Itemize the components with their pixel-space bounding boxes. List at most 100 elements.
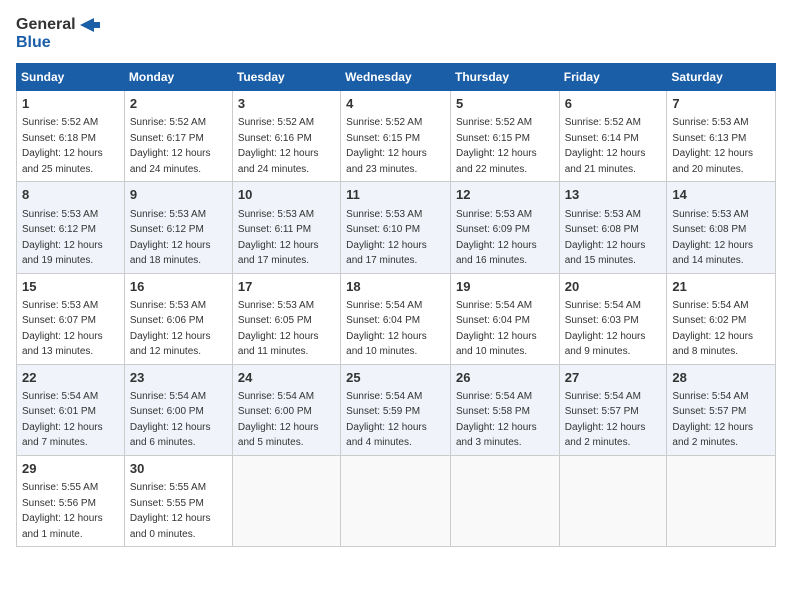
calendar-cell: 8 Sunrise: 5:53 AMSunset: 6:12 PMDaylight…	[17, 182, 125, 273]
calendar-week-4: 22Sunrise: 5:54 AMSunset: 6:01 PMDayligh…	[17, 364, 776, 455]
day-info: Sunrise: 5:53 AMSunset: 6:13 PMDaylight:…	[672, 117, 753, 175]
day-info: Sunrise: 5:52 AMSunset: 6:17 PMDaylight:…	[130, 117, 211, 175]
day-info: Sunrise: 5:53 AMSunset: 6:09 PMDaylight:…	[456, 209, 537, 267]
day-info: Sunrise: 5:54 AMSunset: 6:03 PMDaylight:…	[565, 300, 646, 358]
day-number: 7	[672, 95, 770, 113]
day-number: 30	[130, 460, 227, 478]
day-number: 24	[238, 369, 335, 387]
day-number: 15	[22, 278, 119, 296]
logo-arrow-icon	[80, 18, 100, 32]
day-info: Sunrise: 5:55 AMSunset: 5:56 PMDaylight:…	[22, 482, 103, 540]
day-number: 21	[672, 278, 770, 296]
day-number: 3	[238, 95, 335, 113]
calendar-cell: 6Sunrise: 5:52 AMSunset: 6:14 PMDaylight…	[559, 91, 667, 182]
calendar-cell: 24 Sunrise: 5:54 AMSunset: 6:00 PMDayligh…	[232, 364, 340, 455]
day-number: 20	[565, 278, 662, 296]
calendar-cell: 5Sunrise: 5:52 AMSunset: 6:15 PMDaylight…	[450, 91, 559, 182]
day-info: Sunrise: 5:54 AMSunset: 6:00 PMDaylight:…	[238, 391, 319, 449]
calendar-week-1: 1Sunrise: 5:52 AMSunset: 6:18 PMDaylight…	[17, 91, 776, 182]
calendar-cell: 21 Sunrise: 5:54 AMSunset: 6:02 PMDayligh…	[667, 273, 776, 364]
header-wednesday: Wednesday	[341, 64, 451, 91]
day-number: 26	[456, 369, 554, 387]
calendar-cell	[667, 455, 776, 546]
calendar-cell: 17 Sunrise: 5:53 AMSunset: 6:05 PMDayligh…	[232, 273, 340, 364]
calendar-table: SundayMondayTuesdayWednesdayThursdayFrid…	[16, 63, 776, 547]
day-info: Sunrise: 5:52 AMSunset: 6:16 PMDaylight:…	[238, 117, 319, 175]
day-info: Sunrise: 5:54 AMSunset: 5:57 PMDaylight:…	[565, 391, 646, 449]
day-number: 17	[238, 278, 335, 296]
calendar-cell: 27 Sunrise: 5:54 AMSunset: 5:57 PMDayligh…	[559, 364, 667, 455]
day-number: 18	[346, 278, 445, 296]
day-number: 10	[238, 186, 335, 204]
calendar-cell: 3 Sunrise: 5:52 AMSunset: 6:16 PMDaylight…	[232, 91, 340, 182]
calendar-cell: 10Sunrise: 5:53 AMSunset: 6:11 PMDayligh…	[232, 182, 340, 273]
day-info: Sunrise: 5:53 AMSunset: 6:07 PMDaylight:…	[22, 300, 103, 358]
header-row: SundayMondayTuesdayWednesdayThursdayFrid…	[17, 64, 776, 91]
calendar-cell	[450, 455, 559, 546]
calendar-cell	[341, 455, 451, 546]
calendar-cell: 14Sunrise: 5:53 AMSunset: 6:08 PMDayligh…	[667, 182, 776, 273]
day-info: Sunrise: 5:52 AMSunset: 6:18 PMDaylight:…	[22, 117, 103, 175]
day-info: Sunrise: 5:53 AMSunset: 6:06 PMDaylight:…	[130, 300, 211, 358]
day-number: 4	[346, 95, 445, 113]
day-info: Sunrise: 5:55 AMSunset: 5:55 PMDaylight:…	[130, 482, 211, 540]
calendar-week-2: 8 Sunrise: 5:53 AMSunset: 6:12 PMDaylight…	[17, 182, 776, 273]
calendar-week-5: 29 Sunrise: 5:55 AMSunset: 5:56 PMDayligh…	[17, 455, 776, 546]
day-number: 9	[130, 186, 227, 204]
calendar-cell: 16Sunrise: 5:53 AMSunset: 6:06 PMDayligh…	[124, 273, 232, 364]
calendar-cell: 18 Sunrise: 5:54 AMSunset: 6:04 PMDayligh…	[341, 273, 451, 364]
header-friday: Friday	[559, 64, 667, 91]
day-info: Sunrise: 5:53 AMSunset: 6:08 PMDaylight:…	[565, 209, 646, 267]
logo-general: General	[16, 16, 100, 34]
calendar-cell: 7 Sunrise: 5:53 AMSunset: 6:13 PMDaylight…	[667, 91, 776, 182]
calendar-cell: 25Sunrise: 5:54 AMSunset: 5:59 PMDayligh…	[341, 364, 451, 455]
day-info: Sunrise: 5:52 AMSunset: 6:14 PMDaylight:…	[565, 117, 646, 175]
calendar-cell: 15 Sunrise: 5:53 AMSunset: 6:07 PMDayligh…	[17, 273, 125, 364]
header-tuesday: Tuesday	[232, 64, 340, 91]
calendar-cell: 11 Sunrise: 5:53 AMSunset: 6:10 PMDayligh…	[341, 182, 451, 273]
day-info: Sunrise: 5:53 AMSunset: 6:08 PMDaylight:…	[672, 209, 753, 267]
header-thursday: Thursday	[450, 64, 559, 91]
day-info: Sunrise: 5:53 AMSunset: 6:12 PMDaylight:…	[22, 209, 103, 267]
logo: General Blue	[16, 16, 100, 51]
calendar-cell: 22Sunrise: 5:54 AMSunset: 6:01 PMDayligh…	[17, 364, 125, 455]
calendar-cell: 30 Sunrise: 5:55 AMSunset: 5:55 PMDayligh…	[124, 455, 232, 546]
day-number: 2	[130, 95, 227, 113]
calendar-cell: 19Sunrise: 5:54 AMSunset: 6:04 PMDayligh…	[450, 273, 559, 364]
day-info: Sunrise: 5:54 AMSunset: 5:57 PMDaylight:…	[672, 391, 753, 449]
day-info: Sunrise: 5:53 AMSunset: 6:05 PMDaylight:…	[238, 300, 319, 358]
calendar-cell: 28 Sunrise: 5:54 AMSunset: 5:57 PMDayligh…	[667, 364, 776, 455]
calendar-week-3: 15 Sunrise: 5:53 AMSunset: 6:07 PMDayligh…	[17, 273, 776, 364]
day-number: 27	[565, 369, 662, 387]
day-number: 28	[672, 369, 770, 387]
day-info: Sunrise: 5:54 AMSunset: 6:04 PMDaylight:…	[346, 300, 427, 358]
page-header: General Blue	[16, 16, 776, 51]
day-info: Sunrise: 5:54 AMSunset: 6:00 PMDaylight:…	[130, 391, 211, 449]
day-info: Sunrise: 5:54 AMSunset: 6:02 PMDaylight:…	[672, 300, 753, 358]
calendar-cell	[232, 455, 340, 546]
calendar-cell: 20 Sunrise: 5:54 AMSunset: 6:03 PMDayligh…	[559, 273, 667, 364]
day-number: 8	[22, 186, 119, 204]
calendar-cell: 1Sunrise: 5:52 AMSunset: 6:18 PMDaylight…	[17, 91, 125, 182]
day-number: 23	[130, 369, 227, 387]
logo-blue: Blue	[16, 34, 100, 52]
day-info: Sunrise: 5:54 AMSunset: 5:59 PMDaylight:…	[346, 391, 427, 449]
day-info: Sunrise: 5:53 AMSunset: 6:10 PMDaylight:…	[346, 209, 427, 267]
day-info: Sunrise: 5:54 AMSunset: 6:04 PMDaylight:…	[456, 300, 537, 358]
calendar-cell: 12 Sunrise: 5:53 AMSunset: 6:09 PMDayligh…	[450, 182, 559, 273]
day-info: Sunrise: 5:53 AMSunset: 6:12 PMDaylight:…	[130, 209, 211, 267]
day-number: 29	[22, 460, 119, 478]
day-number: 13	[565, 186, 662, 204]
calendar-cell: 4 Sunrise: 5:52 AMSunset: 6:15 PMDaylight…	[341, 91, 451, 182]
day-number: 11	[346, 186, 445, 204]
day-info: Sunrise: 5:52 AMSunset: 6:15 PMDaylight:…	[346, 117, 427, 175]
day-number: 12	[456, 186, 554, 204]
header-monday: Monday	[124, 64, 232, 91]
calendar-cell: 2 Sunrise: 5:52 AMSunset: 6:17 PMDaylight…	[124, 91, 232, 182]
calendar-cell: 23 Sunrise: 5:54 AMSunset: 6:00 PMDayligh…	[124, 364, 232, 455]
day-info: Sunrise: 5:54 AMSunset: 5:58 PMDaylight:…	[456, 391, 537, 449]
calendar-cell: 9 Sunrise: 5:53 AMSunset: 6:12 PMDaylight…	[124, 182, 232, 273]
header-saturday: Saturday	[667, 64, 776, 91]
day-info: Sunrise: 5:52 AMSunset: 6:15 PMDaylight:…	[456, 117, 537, 175]
calendar-cell: 13 Sunrise: 5:53 AMSunset: 6:08 PMDayligh…	[559, 182, 667, 273]
